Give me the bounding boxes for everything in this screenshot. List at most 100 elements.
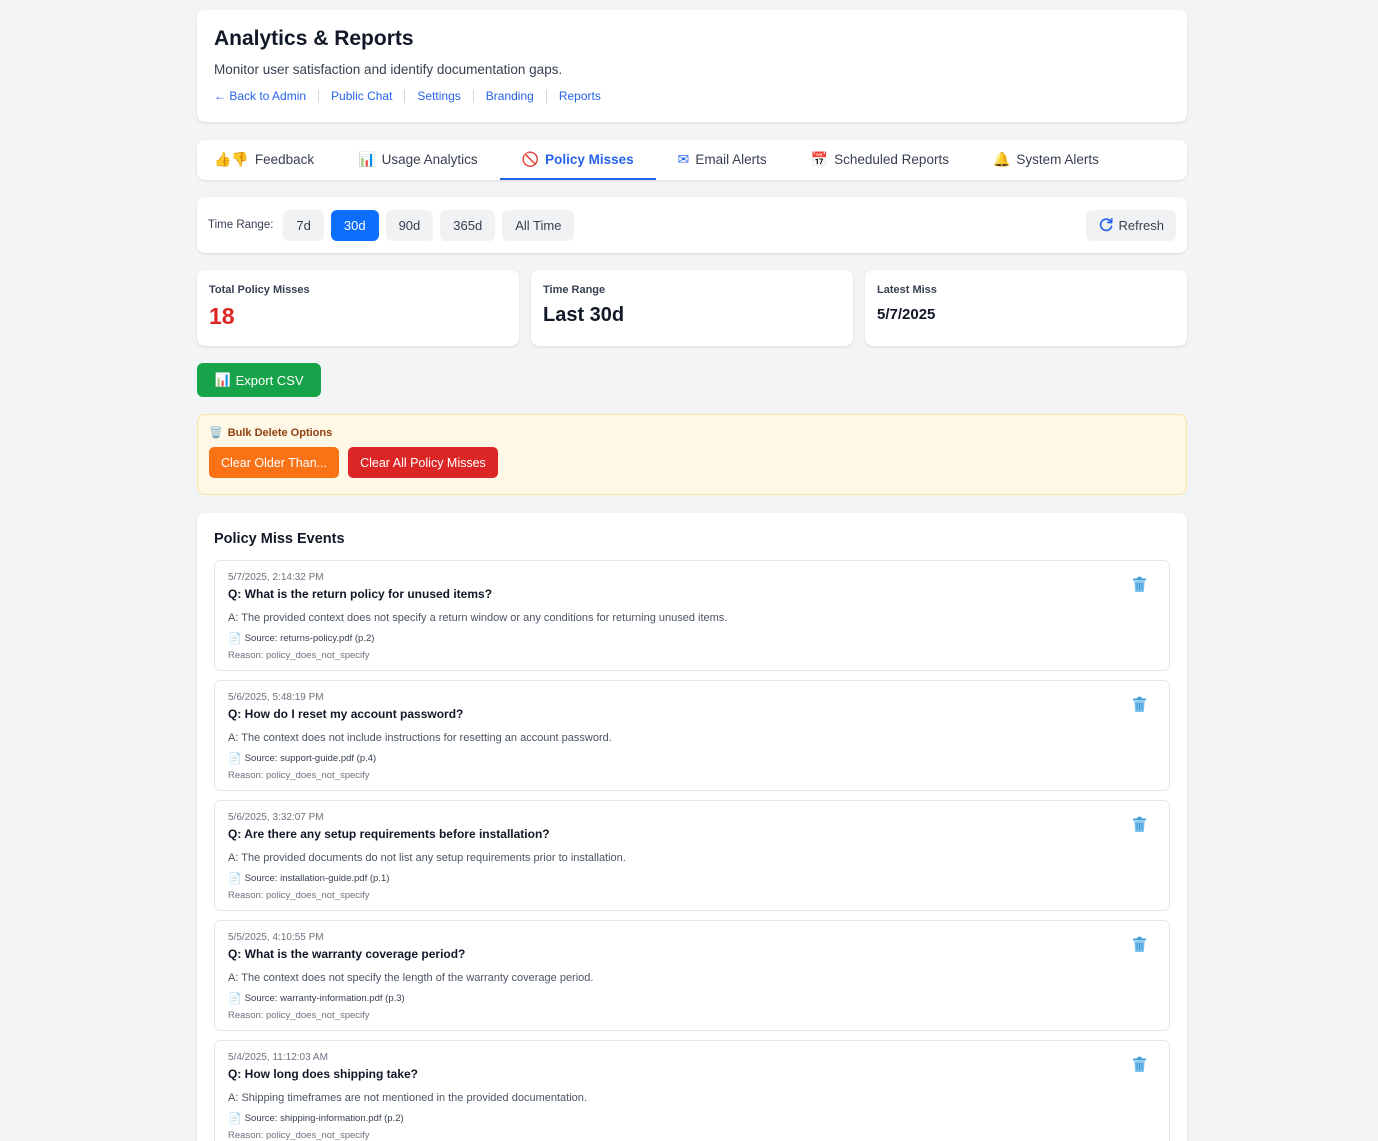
event-answer: A: The context does not specify the leng… xyxy=(228,972,594,984)
list-item: 5/7/2025, 2:14:32 PM Q: What is the retu… xyxy=(214,560,1170,671)
event-source: 📄 Source: returns-policy.pdf (p.2) xyxy=(228,632,1156,645)
list-item: 5/5/2025, 4:10:55 PM Q: What is the warr… xyxy=(214,920,1170,1031)
tab-label: Scheduled Reports xyxy=(834,151,949,167)
event-source-text: Source: shipping-information.pdf (p.2) xyxy=(244,1113,404,1124)
delete-event-button[interactable] xyxy=(1132,696,1147,718)
list-item: 5/6/2025, 3:32:07 PM Q: Are there any se… xyxy=(214,800,1170,911)
event-source-text: Source: warranty-information.pdf (p.3) xyxy=(244,993,405,1004)
bulk-delete-actions: Clear Older Than... Clear All Policy Mis… xyxy=(209,447,1175,478)
tab-scheduled-reports[interactable]: 📅 Scheduled Reports xyxy=(789,140,971,180)
envelope-icon: ✉ xyxy=(677,150,690,167)
event-question: Q: What is the return policy for unused … xyxy=(228,587,493,601)
divider xyxy=(472,89,474,103)
branding-link[interactable]: Branding xyxy=(486,89,534,103)
stat-value: Last 30d xyxy=(543,304,625,326)
stat-value: 18 xyxy=(209,303,235,329)
list-item: 5/6/2025, 5:48:19 PM Q: How do I reset m… xyxy=(214,680,1170,791)
clear-all-policy-misses-button[interactable]: Clear All Policy Misses xyxy=(348,447,498,478)
event-source: 📄 Source: installation-guide.pdf (p.1) xyxy=(228,872,1156,885)
document-icon: 📄 xyxy=(228,873,242,885)
document-icon: 📄 xyxy=(228,1113,242,1125)
divider xyxy=(318,89,320,103)
public-chat-link[interactable]: Public Chat xyxy=(331,89,392,103)
page-subtitle: Monitor user satisfaction and identify d… xyxy=(214,62,563,77)
tab-system-alerts[interactable]: 🔔 System Alerts xyxy=(971,140,1121,180)
document-icon: 📄 xyxy=(228,633,242,645)
event-source-text: Source: support-guide.pdf (p.4) xyxy=(244,753,377,764)
event-question: Q: Are there any setup requirements befo… xyxy=(228,827,550,841)
bulk-delete-label: Bulk Delete Options xyxy=(227,426,333,439)
tab-feedback[interactable]: 👍👎 Feedback xyxy=(214,140,336,180)
delete-event-button[interactable] xyxy=(1132,576,1147,598)
calendar-icon: 📅 xyxy=(810,150,829,167)
range-90d-button[interactable]: 90d xyxy=(385,209,434,241)
tab-label: Usage Analytics xyxy=(381,151,478,167)
page-title: Analytics & Reports xyxy=(214,27,414,50)
range-365d-button[interactable]: 365d xyxy=(440,209,496,241)
export-label: Export CSV xyxy=(235,372,304,388)
event-question: Q: How do I reset my account password? xyxy=(228,707,464,721)
time-range-label: Time Range: xyxy=(208,219,274,231)
refresh-icon xyxy=(1100,217,1114,232)
page: Analytics & Reports Monitor user satisfa… xyxy=(197,10,1187,1141)
event-answer: A: Shipping timeframes are not mentioned… xyxy=(228,1092,587,1104)
stats-row: Total Policy Misses 18 Time Range Last 3… xyxy=(197,270,1187,346)
stat-latest-miss: Latest Miss 5/7/2025 xyxy=(865,270,1187,346)
trash-icon xyxy=(1133,696,1146,712)
page-header: Analytics & Reports Monitor user satisfa… xyxy=(197,10,1187,122)
delete-event-button[interactable] xyxy=(1132,816,1147,838)
policy-miss-events: Policy Miss Events 5/7/2025, 2:14:32 PM … xyxy=(197,513,1187,1141)
range-all-time-button[interactable]: All Time xyxy=(502,209,575,241)
section-title: Policy Miss Events xyxy=(214,531,345,547)
stat-time-range: Time Range Last 30d xyxy=(531,270,853,346)
range-7d-button[interactable]: 7d xyxy=(283,209,324,241)
event-timestamp: 5/7/2025, 2:14:32 PM xyxy=(228,572,324,583)
bulk-delete-title: 🗑️ Bulk Delete Options xyxy=(209,426,1175,440)
stat-total-policy-misses: Total Policy Misses 18 xyxy=(197,270,519,346)
reports-link[interactable]: Reports xyxy=(559,89,601,103)
tab-label: Email Alerts xyxy=(695,151,767,167)
back-to-admin-link[interactable]: ← Back to Admin xyxy=(214,89,306,103)
stat-label: Time Range xyxy=(543,284,606,296)
event-timestamp: 5/6/2025, 5:48:19 PM xyxy=(228,692,324,703)
trash-icon: 🗑️ xyxy=(209,427,223,439)
trash-icon xyxy=(1133,576,1146,592)
clear-older-than-button[interactable]: Clear Older Than... xyxy=(209,447,340,478)
tab-policy-misses[interactable]: 🚫 Policy Misses xyxy=(499,140,656,180)
delete-event-button[interactable] xyxy=(1132,1056,1147,1078)
tab-email-alerts[interactable]: ✉ Email Alerts xyxy=(656,140,789,180)
event-timestamp: 5/4/2025, 11:12:03 AM xyxy=(228,1052,328,1063)
divider xyxy=(404,89,406,103)
bar-chart-icon: 📊 xyxy=(214,372,231,387)
stat-label: Total Policy Misses xyxy=(209,284,310,296)
tab-usage-analytics[interactable]: 📊 Usage Analytics xyxy=(336,140,500,180)
stat-value: 5/7/2025 xyxy=(877,306,936,323)
tab-label: Policy Misses xyxy=(545,151,634,167)
event-reason: Reason: policy_does_not_specify xyxy=(228,890,370,901)
tab-bar: 👍👎 Feedback 📊 Usage Analytics 🚫 Policy M… xyxy=(197,140,1187,180)
event-question: Q: How long does shipping take? xyxy=(228,1067,419,1081)
settings-link[interactable]: Settings xyxy=(417,89,460,103)
divider xyxy=(545,89,547,103)
range-30d-button[interactable]: 30d xyxy=(330,209,379,241)
refresh-button[interactable]: Refresh xyxy=(1086,209,1176,241)
tab-label: System Alerts xyxy=(1016,151,1099,167)
thumbs-up-down-icon: 👍👎 xyxy=(214,150,249,167)
event-reason: Reason: policy_does_not_specify xyxy=(228,1130,370,1141)
export-csv-button[interactable]: 📊 Export CSV xyxy=(197,363,321,397)
event-source-text: Source: returns-policy.pdf (p.2) xyxy=(244,633,375,644)
bar-chart-icon: 📊 xyxy=(358,150,376,167)
document-icon: 📄 xyxy=(228,753,242,765)
event-question: Q: What is the warranty coverage period? xyxy=(228,947,466,961)
document-icon: 📄 xyxy=(228,993,242,1005)
event-answer: A: The context does not include instruct… xyxy=(228,732,612,744)
trash-icon xyxy=(1133,1056,1146,1072)
time-range-bar: Time Range: 7d 30d 90d 365d All Time Ref… xyxy=(197,197,1187,253)
event-answer: A: The provided context does not specify… xyxy=(228,612,728,624)
bell-icon: 🔔 xyxy=(992,150,1011,167)
event-timestamp: 5/6/2025, 3:32:07 PM xyxy=(228,812,324,823)
event-source: 📄 Source: warranty-information.pdf (p.3) xyxy=(228,992,1156,1005)
header-nav: ← Back to Admin Public Chat Settings Bra… xyxy=(214,89,1170,103)
tab-label: Feedback xyxy=(254,151,315,167)
delete-event-button[interactable] xyxy=(1132,936,1147,958)
